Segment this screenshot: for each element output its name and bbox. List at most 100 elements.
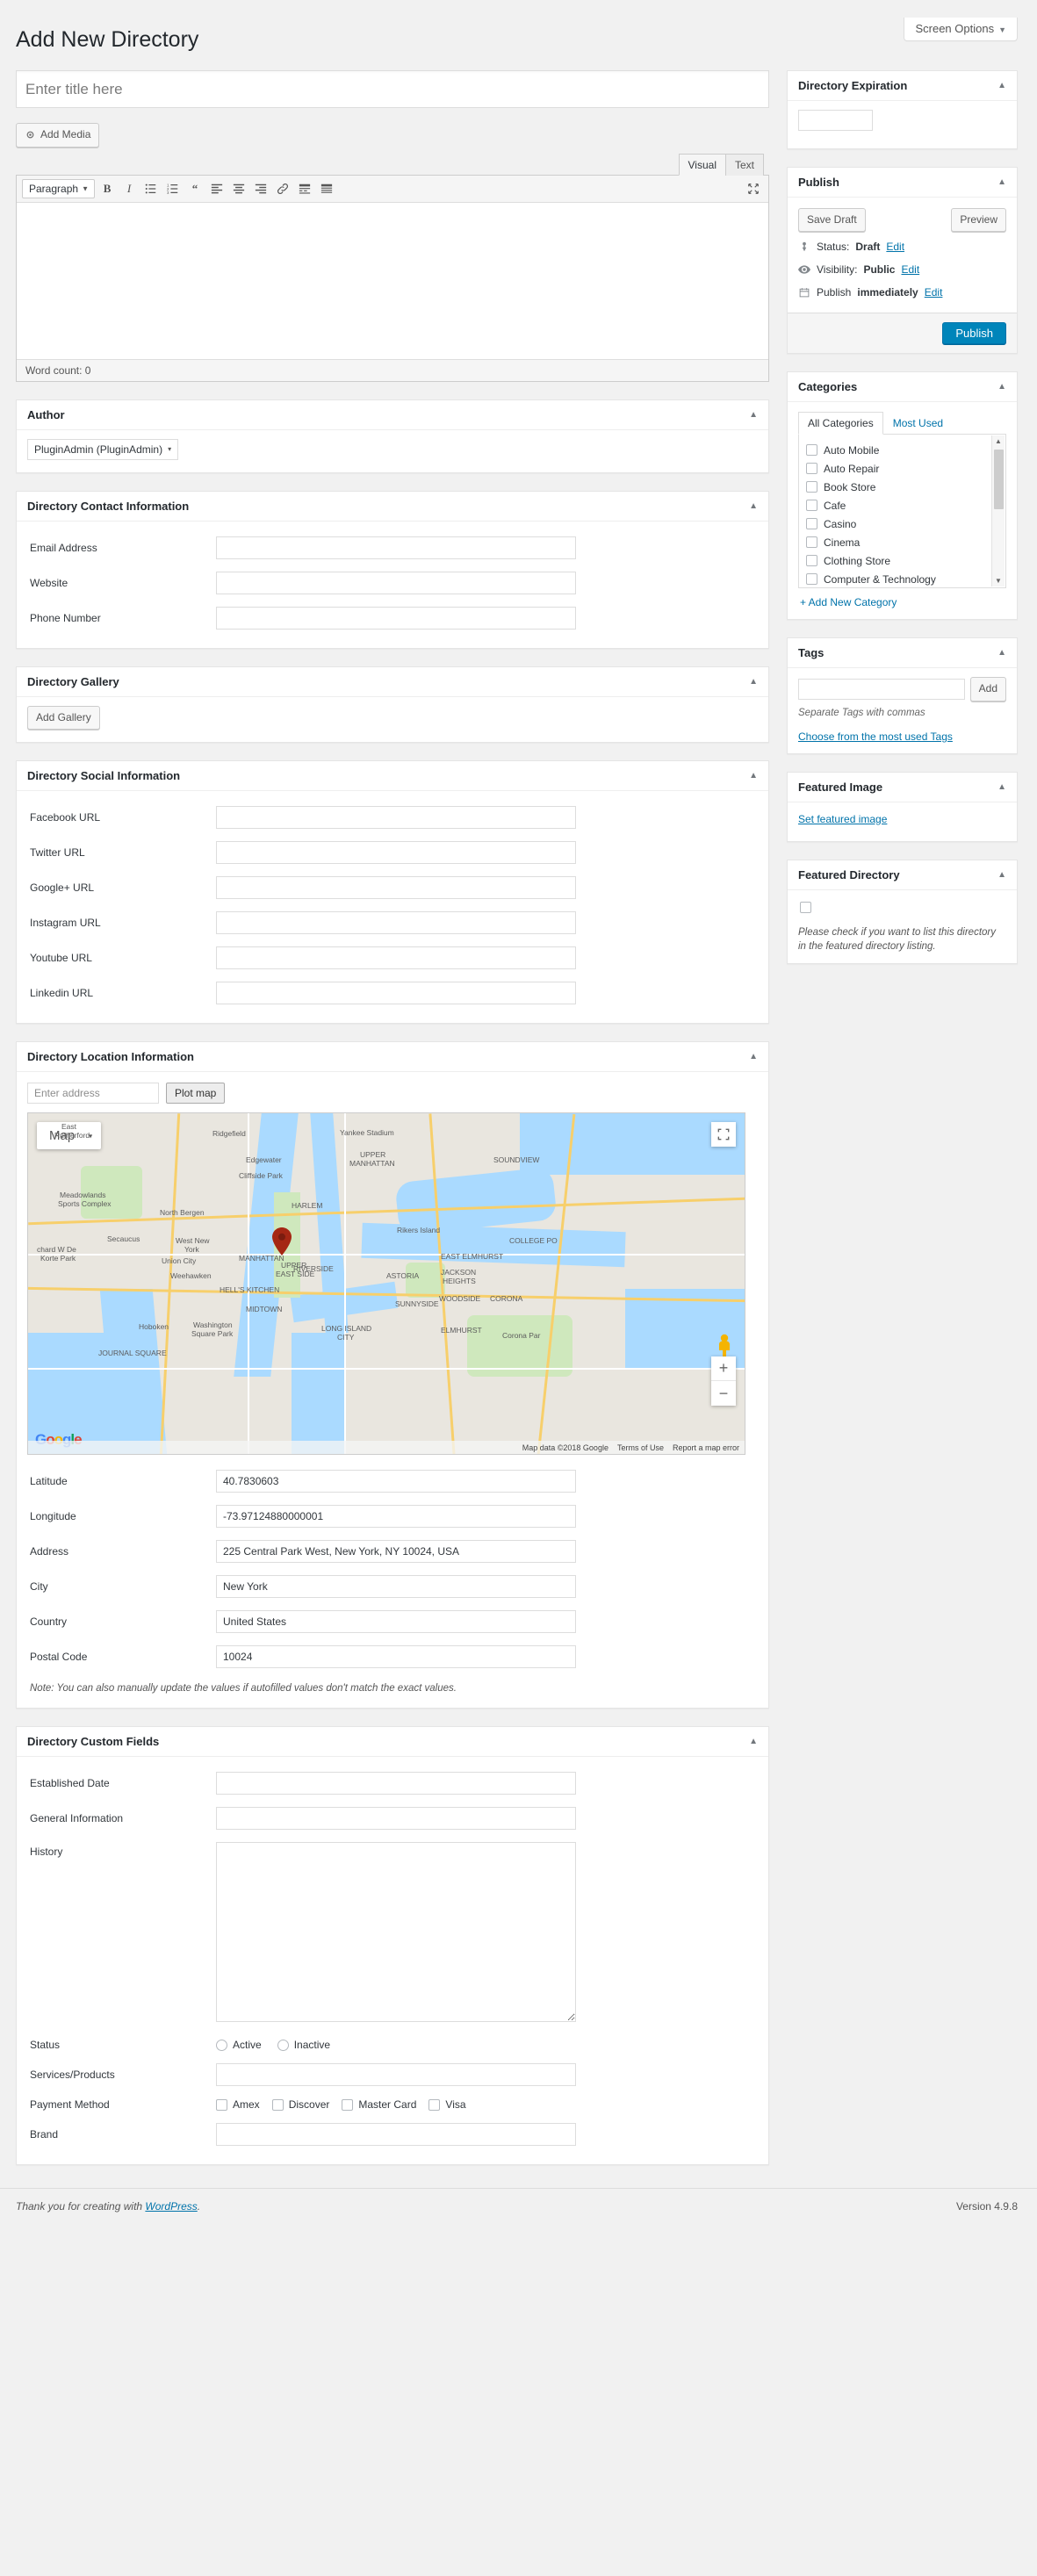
toggle-indicator-icon[interactable]: ▲ — [749, 771, 758, 781]
toggle-indicator-icon[interactable]: ▲ — [749, 677, 758, 687]
address-search-input[interactable] — [27, 1083, 159, 1105]
social-panel-header[interactable]: Directory Social Information ▲ — [17, 761, 768, 792]
category-item[interactable]: Auto Repair — [806, 459, 998, 478]
align-center-icon[interactable] — [229, 180, 248, 198]
toggle-indicator-icon[interactable]: ▲ — [997, 870, 1006, 880]
status-option-inactive[interactable]: Inactive — [277, 2039, 330, 2051]
services-products-input[interactable] — [216, 2063, 576, 2087]
author-panel-header[interactable]: Author ▲ — [17, 400, 768, 430]
checkbox-icon[interactable] — [806, 463, 817, 475]
screen-options-button[interactable]: Screen Options ▼ — [904, 18, 1018, 41]
googleplus-url-input[interactable] — [216, 876, 576, 900]
google-map[interactable]: Map ▾ + − Google Map data ©2018 Google T… — [27, 1112, 745, 1456]
map-marker-icon[interactable] — [272, 1227, 292, 1256]
visibility-edit-link[interactable]: Edit — [901, 263, 919, 276]
map-zoom-in-button[interactable]: + — [711, 1356, 736, 1382]
category-item[interactable]: Book Store — [806, 478, 998, 496]
postal-code-input[interactable] — [216, 1645, 576, 1669]
checkbox-icon[interactable] — [806, 555, 817, 567]
expiration-date-input[interactable] — [798, 109, 873, 131]
add-media-button[interactable]: Add Media — [16, 123, 100, 148]
checkbox-icon[interactable] — [342, 2098, 354, 2111]
linkedin-url-input[interactable] — [216, 982, 576, 1005]
map-zoom-out-button[interactable]: − — [711, 1381, 736, 1406]
latitude-input[interactable] — [216, 1470, 576, 1493]
general-information-input[interactable] — [216, 1807, 576, 1831]
scrollbar-thumb[interactable] — [993, 450, 1004, 510]
add-gallery-button[interactable]: Add Gallery — [27, 705, 100, 730]
scroll-down-icon[interactable]: ▼ — [995, 575, 1002, 586]
payment-option-visa[interactable]: Visa — [428, 2098, 466, 2111]
payment-option-mastercard[interactable]: Master Card — [342, 2098, 416, 2111]
tab-all-categories[interactable]: All Categories — [798, 412, 883, 435]
longitude-input[interactable] — [216, 1505, 576, 1529]
toggle-indicator-icon[interactable]: ▲ — [997, 382, 1006, 392]
status-option-active[interactable]: Active — [216, 2039, 262, 2051]
map-terms-link[interactable]: Terms of Use — [617, 1443, 664, 1452]
publish-panel-header[interactable]: Publish ▲ — [788, 168, 1017, 198]
country-input[interactable] — [216, 1610, 576, 1634]
website-input[interactable] — [216, 571, 576, 594]
map-type-select[interactable]: Map ▾ — [37, 1122, 102, 1150]
category-item[interactable]: Auto Mobile — [806, 441, 998, 459]
payment-option-amex[interactable]: Amex — [216, 2098, 260, 2111]
scroll-up-icon[interactable]: ▲ — [995, 435, 1002, 447]
categories-panel-header[interactable]: Categories ▲ — [788, 372, 1017, 403]
preview-button[interactable]: Preview — [951, 207, 1006, 233]
tab-visual[interactable]: Visual — [678, 153, 726, 176]
format-select[interactable]: Paragraph ▼ — [22, 178, 96, 198]
twitter-url-input[interactable] — [216, 841, 576, 865]
publish-button[interactable]: Publish — [942, 322, 1006, 345]
category-item[interactable]: Cafe — [806, 496, 998, 514]
plot-map-button[interactable]: Plot map — [166, 1083, 226, 1105]
add-tag-button[interactable]: Add — [969, 677, 1006, 702]
facebook-url-input[interactable] — [216, 806, 576, 830]
categories-checklist[interactable]: Auto Mobile Auto Repair Book Store Cafe … — [798, 435, 1006, 589]
toolbar-toggle-icon[interactable] — [317, 180, 336, 198]
toggle-indicator-icon[interactable]: ▲ — [997, 782, 1006, 792]
map-report-link[interactable]: Report a map error — [673, 1443, 739, 1452]
insert-link-icon[interactable] — [273, 180, 292, 198]
expiration-panel-header[interactable]: Directory Expiration ▲ — [788, 71, 1017, 101]
map-zoom-controls[interactable]: + − — [711, 1356, 736, 1407]
italic-icon[interactable]: I — [119, 180, 139, 198]
toggle-indicator-icon[interactable]: ▲ — [997, 177, 1006, 187]
checkbox-icon[interactable] — [800, 901, 811, 913]
checkbox-icon[interactable] — [806, 500, 817, 512]
toggle-indicator-icon[interactable]: ▲ — [997, 81, 1006, 90]
payment-option-discover[interactable]: Discover — [271, 2098, 329, 2111]
save-draft-button[interactable]: Save Draft — [798, 207, 866, 233]
editor-content-area[interactable] — [17, 202, 768, 359]
city-input[interactable] — [216, 1575, 576, 1599]
instagram-url-input[interactable] — [216, 911, 576, 935]
established-date-input[interactable] — [216, 1772, 576, 1795]
checkbox-icon[interactable] — [806, 573, 817, 586]
checkbox-icon[interactable] — [806, 536, 817, 549]
category-item[interactable]: Casino — [806, 514, 998, 533]
checkbox-icon[interactable] — [271, 2098, 284, 2111]
history-textarea[interactable] — [216, 1842, 576, 2023]
youtube-url-input[interactable] — [216, 946, 576, 970]
categories-scrollbar[interactable]: ▲ ▼ — [991, 435, 1005, 587]
set-featured-image-link[interactable]: Set featured image — [798, 813, 887, 825]
author-select[interactable]: PluginAdmin (PluginAdmin) ▾ — [27, 438, 179, 460]
toggle-indicator-icon[interactable]: ▲ — [749, 410, 758, 420]
most-used-tags-link[interactable]: Choose from the most used Tags — [798, 730, 953, 743]
post-title-input[interactable] — [16, 69, 769, 108]
location-panel-header[interactable]: Directory Location Information ▲ — [17, 1042, 768, 1073]
checkbox-icon[interactable] — [216, 2098, 227, 2111]
checkbox-icon[interactable] — [806, 518, 817, 530]
featured-image-panel-header[interactable]: Featured Image ▲ — [788, 773, 1017, 802]
read-more-icon[interactable] — [295, 180, 314, 198]
tab-text[interactable]: Text — [724, 153, 764, 176]
toggle-indicator-icon[interactable]: ▲ — [749, 1052, 758, 1061]
address-input[interactable] — [216, 1540, 576, 1564]
distraction-free-icon[interactable] — [744, 180, 763, 198]
category-item[interactable]: Computer & Technology — [806, 570, 998, 587]
toggle-indicator-icon[interactable]: ▲ — [749, 1737, 758, 1746]
bold-icon[interactable]: B — [97, 180, 117, 198]
wordpress-link[interactable]: WordPress — [145, 2200, 197, 2213]
custom-fields-panel-header[interactable]: Directory Custom Fields ▲ — [17, 1727, 768, 1758]
category-item[interactable]: Clothing Store — [806, 551, 998, 570]
publish-time-edit-link[interactable]: Edit — [925, 286, 943, 299]
